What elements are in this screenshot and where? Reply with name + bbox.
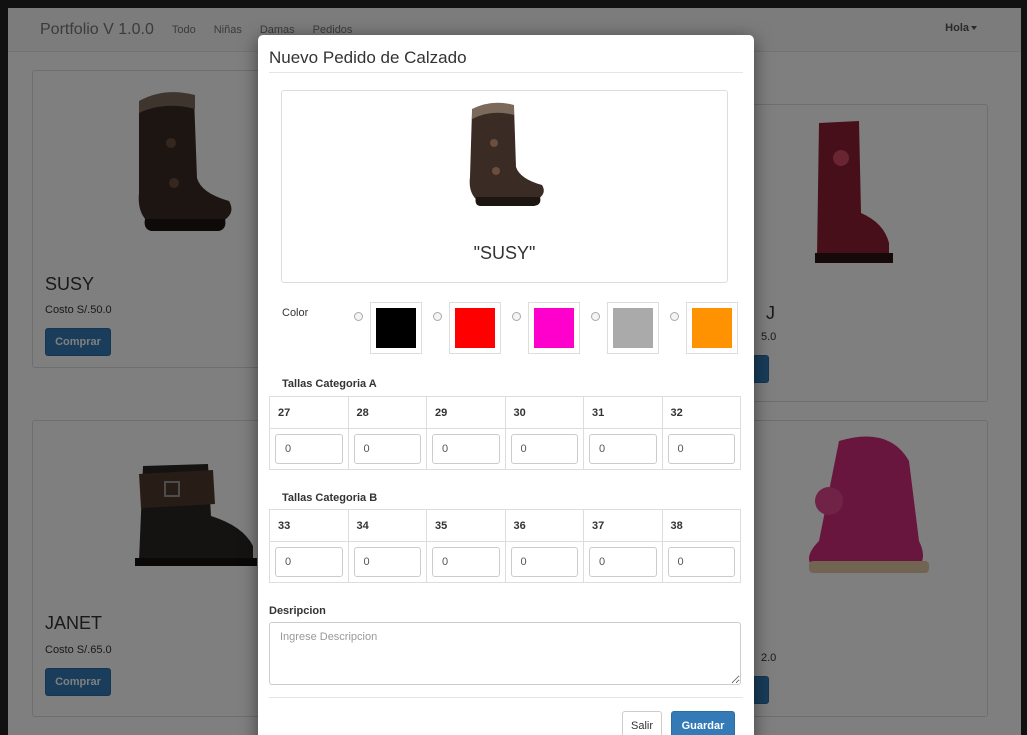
- description-label: Desripcion: [269, 605, 326, 617]
- size-cell: [347, 428, 427, 470]
- color-swatch-fill: [692, 308, 732, 348]
- size-cell: [583, 428, 663, 470]
- size-header: 35: [426, 509, 506, 542]
- size-36-quantity-input[interactable]: [510, 547, 578, 577]
- size-cell: [269, 541, 349, 583]
- size-header: 30: [504, 396, 584, 429]
- category-b-label: Tallas Categoria B: [282, 492, 378, 504]
- sizes-table-b: 33 34 35 36 37 38: [269, 509, 741, 583]
- size-header: 34: [347, 509, 427, 542]
- size-35-quantity-input[interactable]: [432, 547, 500, 577]
- exit-button[interactable]: Salir: [622, 711, 662, 735]
- size-34-quantity-input[interactable]: [353, 547, 421, 577]
- order-modal: Nuevo Pedido de Calzado "SUSY" Color Tal…: [258, 35, 754, 735]
- size-cell: [347, 541, 427, 583]
- size-header: 37: [583, 509, 663, 542]
- size-header: 31: [583, 396, 663, 429]
- size-cell: [269, 428, 349, 470]
- product-title: "SUSY": [473, 243, 536, 263]
- modal-footer-divider: [269, 697, 743, 698]
- color-label: Color: [282, 307, 309, 319]
- size-cell: [504, 428, 584, 470]
- size-cell: [661, 541, 741, 583]
- color-swatch[interactable]: [370, 302, 422, 354]
- size-28-quantity-input[interactable]: [353, 434, 421, 464]
- size-header: 38: [661, 509, 741, 542]
- size-37-quantity-input[interactable]: [589, 547, 657, 577]
- color-swatch[interactable]: [607, 302, 659, 354]
- color-swatch-fill: [534, 308, 574, 348]
- color-radio[interactable]: [670, 312, 679, 321]
- size-header: 36: [504, 509, 584, 542]
- color-radio[interactable]: [591, 312, 600, 321]
- size-cell: [426, 541, 506, 583]
- save-button[interactable]: Guardar: [671, 711, 735, 735]
- size-header: 28: [347, 396, 427, 429]
- boot-image: [469, 102, 544, 206]
- size-38-quantity-input[interactable]: [667, 547, 735, 577]
- size-30-quantity-input[interactable]: [510, 434, 578, 464]
- size-header: 27: [269, 396, 349, 429]
- color-radio[interactable]: [433, 312, 442, 321]
- color-radio[interactable]: [512, 312, 521, 321]
- category-a-label: Tallas Categoria A: [282, 378, 377, 390]
- color-swatch[interactable]: [528, 302, 580, 354]
- size-32-quantity-input[interactable]: [667, 434, 735, 464]
- size-header: 33: [269, 509, 349, 542]
- color-swatch-fill: [613, 308, 653, 348]
- modal-header-divider: [269, 72, 743, 73]
- color-swatch[interactable]: [449, 302, 501, 354]
- color-radio[interactable]: [354, 312, 363, 321]
- size-31-quantity-input[interactable]: [589, 434, 657, 464]
- color-swatch-fill: [455, 308, 495, 348]
- size-33-quantity-input[interactable]: [275, 547, 343, 577]
- modal-title: Nuevo Pedido de Calzado: [269, 48, 467, 67]
- sizes-table-a: 27 28 29 30 31 32: [269, 396, 741, 470]
- size-cell: [426, 428, 506, 470]
- size-cell: [583, 541, 663, 583]
- size-header: 29: [426, 396, 506, 429]
- product-preview: "SUSY": [281, 90, 728, 283]
- size-header: 32: [661, 396, 741, 429]
- description-input[interactable]: [269, 622, 741, 685]
- size-29-quantity-input[interactable]: [432, 434, 500, 464]
- app-frame: Portfolio V 1.0.0 Todo Niñas Damas Pedid…: [0, 0, 1027, 735]
- color-swatch-fill: [376, 308, 416, 348]
- color-swatch[interactable]: [686, 302, 738, 354]
- size-cell: [504, 541, 584, 583]
- size-cell: [661, 428, 741, 470]
- size-27-quantity-input[interactable]: [275, 434, 343, 464]
